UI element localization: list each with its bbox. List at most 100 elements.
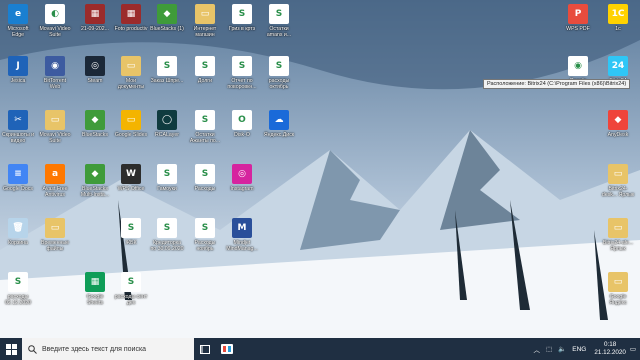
app-icon (221, 344, 233, 354)
desktop-icon[interactable]: S ЖБК (114, 218, 148, 246)
desktop-icon[interactable]: M Mindjet MindManag... (225, 218, 259, 252)
desktop-icon[interactable]: ▭ Временные файлы (38, 218, 72, 252)
start-button[interactable] (0, 338, 22, 360)
desktop-icon-label: Instagram (230, 186, 254, 192)
desktop-icon-label: 21-09-202... (81, 26, 109, 32)
desktop-icon[interactable]: O Disk-O (225, 110, 259, 138)
desktop-icon-label: BlueStacks Multi-Insta... (80, 186, 110, 198)
desktop-icon-label: Google Яндекс (609, 294, 627, 306)
desktop-icon[interactable]: ☁ Яндекс.Диск (262, 110, 296, 138)
desktop-icon-label: Корзина (8, 240, 28, 246)
app-icon: ▭ (608, 218, 628, 238)
desktop-icon[interactable]: ▦ Google Sheets (78, 272, 112, 306)
desktop-icon[interactable]: J Jesica (1, 56, 35, 84)
app-icon: J (8, 56, 28, 76)
desktop-icon[interactable]: ▭ Bitrix24-desk... Ярлык (601, 164, 635, 198)
app-icon: S (157, 218, 177, 238)
app-icon: S (269, 4, 289, 24)
app-icon: S (269, 56, 289, 76)
desktop-icon[interactable]: ▭ Мои документы (114, 56, 148, 90)
desktop-icon-label: BitTorrent Web (43, 78, 67, 90)
desktop-icon[interactable]: ◐ Movavi Video Suite (38, 4, 72, 38)
desktop-icon-label: Отчет по поворовкн... (227, 78, 257, 90)
app-icon: W (121, 164, 141, 184)
desktop-icon[interactable]: S Заказ Шпре... (150, 56, 184, 84)
clock-date: 21.12.2020 (594, 349, 626, 356)
app-icon: ▦ (121, 4, 141, 24)
desktop-icon[interactable]: ▦ 21-09-202... (78, 4, 112, 32)
desktop-icon[interactable]: S Гамоуки (150, 164, 184, 192)
desktop-icon[interactable]: ◉ BitTorrent Web (38, 56, 72, 90)
desktop-icon[interactable]: 1С 1c (601, 4, 635, 32)
app-icon: S (195, 56, 215, 76)
desktop-icon[interactable]: ▭ Bitrix24-ale... Ярлык (601, 218, 635, 252)
volume-icon[interactable]: 🔈 (558, 345, 566, 353)
desktop-icon[interactable]: S Остатки amans и... (262, 4, 296, 38)
desktop-icon[interactable]: ◆ BlueStacks (78, 110, 112, 138)
desktop-icon[interactable]: ▭ Google Slides (114, 110, 148, 138)
app-icon: S (121, 218, 141, 238)
network-icon[interactable]: ⬚ (546, 345, 552, 353)
desktop-icon[interactable]: Sрасходы сент дек (114, 272, 148, 306)
app-icon: S (121, 272, 141, 292)
desktop-icon[interactable]: ◆ AnyDesk (601, 110, 635, 138)
app-icon: ◎ (85, 56, 105, 76)
desktop-icon[interactable]: S Расходы ноябрь (188, 218, 222, 252)
desktop-icon[interactable]: Sрасходы 02.12.2020 (1, 272, 35, 306)
taskbar-app-movavi[interactable] (216, 338, 238, 360)
app-icon: ▭ (45, 218, 65, 238)
desktop-icon-label: Заказ Шпре... (150, 78, 184, 84)
desktop-icon-label: Долги (197, 78, 213, 84)
app-icon: ▭ (195, 4, 215, 24)
app-icon: S (195, 218, 215, 238)
notifications-icon[interactable]: ▭ (630, 345, 636, 353)
system-tray: ︿ ⬚ 🔈 ENG 0:18 21.12.2020 ▭ (533, 338, 640, 360)
desktop-icon[interactable]: S Кредиторка по 30.09.2020 (150, 218, 184, 252)
app-icon: ≡ (8, 164, 28, 184)
desktop-icon[interactable]: ▭ Movavi Video Suite (38, 110, 72, 144)
desktop-icon[interactable]: ✂ Скриншоты и видео (1, 110, 35, 144)
desktop-icon[interactable]: W WPS Office (114, 164, 148, 192)
desktop-icon-label: Временные файлы (40, 240, 70, 252)
desktop-icon[interactable]: S Долги (188, 56, 222, 84)
desktop-icon[interactable]: ≡ Google Docs (1, 164, 35, 192)
task-view-button[interactable] (194, 338, 216, 360)
app-icon: S (8, 272, 28, 292)
app-icon: 🗑 (8, 218, 28, 238)
desktop-icon-label: ЖБК (125, 240, 137, 246)
desktop-icon-label: 1c (615, 26, 621, 32)
app-icon: 1С (608, 4, 628, 24)
app-icon: ▭ (121, 110, 141, 130)
app-icon: ◆ (608, 110, 628, 130)
desktop-icon-label: расходы октябрь (268, 78, 290, 90)
desktop-icon[interactable]: S Отчет по поворовкн... (225, 56, 259, 90)
app-icon: ▭ (45, 110, 65, 130)
desktop-icon[interactable]: a Avast Free Antivirus (38, 164, 72, 198)
desktop-icon[interactable]: e Microsoft Edge (1, 4, 35, 38)
app-icon: S (157, 56, 177, 76)
app-icon: e (8, 4, 28, 24)
desktop-icon[interactable]: ◎ Instagram (225, 164, 259, 192)
desktop-icon[interactable]: ◯ RCALayer (150, 110, 184, 138)
icon-tooltip: Расположение: Bitrix24 (C:\Program Files… (483, 79, 631, 89)
desktop-icon[interactable]: ◎ Steam (78, 56, 112, 84)
desktop-icon-label: WPS Office (117, 186, 145, 192)
taskbar-search[interactable]: Введите здесь текст для поиска (22, 338, 194, 360)
desktop-icon[interactable]: S Расходы (188, 164, 222, 192)
desktop-icon[interactable]: S Гриз в кртз (225, 4, 259, 32)
desktop-icon[interactable]: ◆ BlueStacks Multi-Insta... (78, 164, 112, 198)
tray-chevron-icon[interactable]: ︿ (533, 344, 540, 354)
desktop-icon[interactable]: ◆ BlueStacks (1) (150, 4, 184, 32)
desktop-icon[interactable]: Sрасходы октябрь (262, 56, 296, 90)
desktop-icon-label: Disk-O (234, 132, 250, 138)
clock[interactable]: 0:18 21.12.2020 (594, 341, 626, 357)
app-icon: ▦ (85, 4, 105, 24)
language-indicator[interactable]: ENG (572, 346, 586, 353)
desktop-icon[interactable]: ▭ Google Яндекс (601, 272, 635, 306)
desktop-icon[interactable]: P WPS PDF (561, 4, 595, 32)
desktop-icon[interactable]: ▦ Foto productiv (114, 4, 148, 32)
search-placeholder: Введите здесь текст для поиска (42, 345, 147, 353)
desktop-icon[interactable]: S Остатки Ажанты по... (188, 110, 222, 144)
desktop-icon[interactable]: ▭ Интернет магазин (188, 4, 222, 38)
desktop-icon[interactable]: 🗑 Корзина (1, 218, 35, 246)
